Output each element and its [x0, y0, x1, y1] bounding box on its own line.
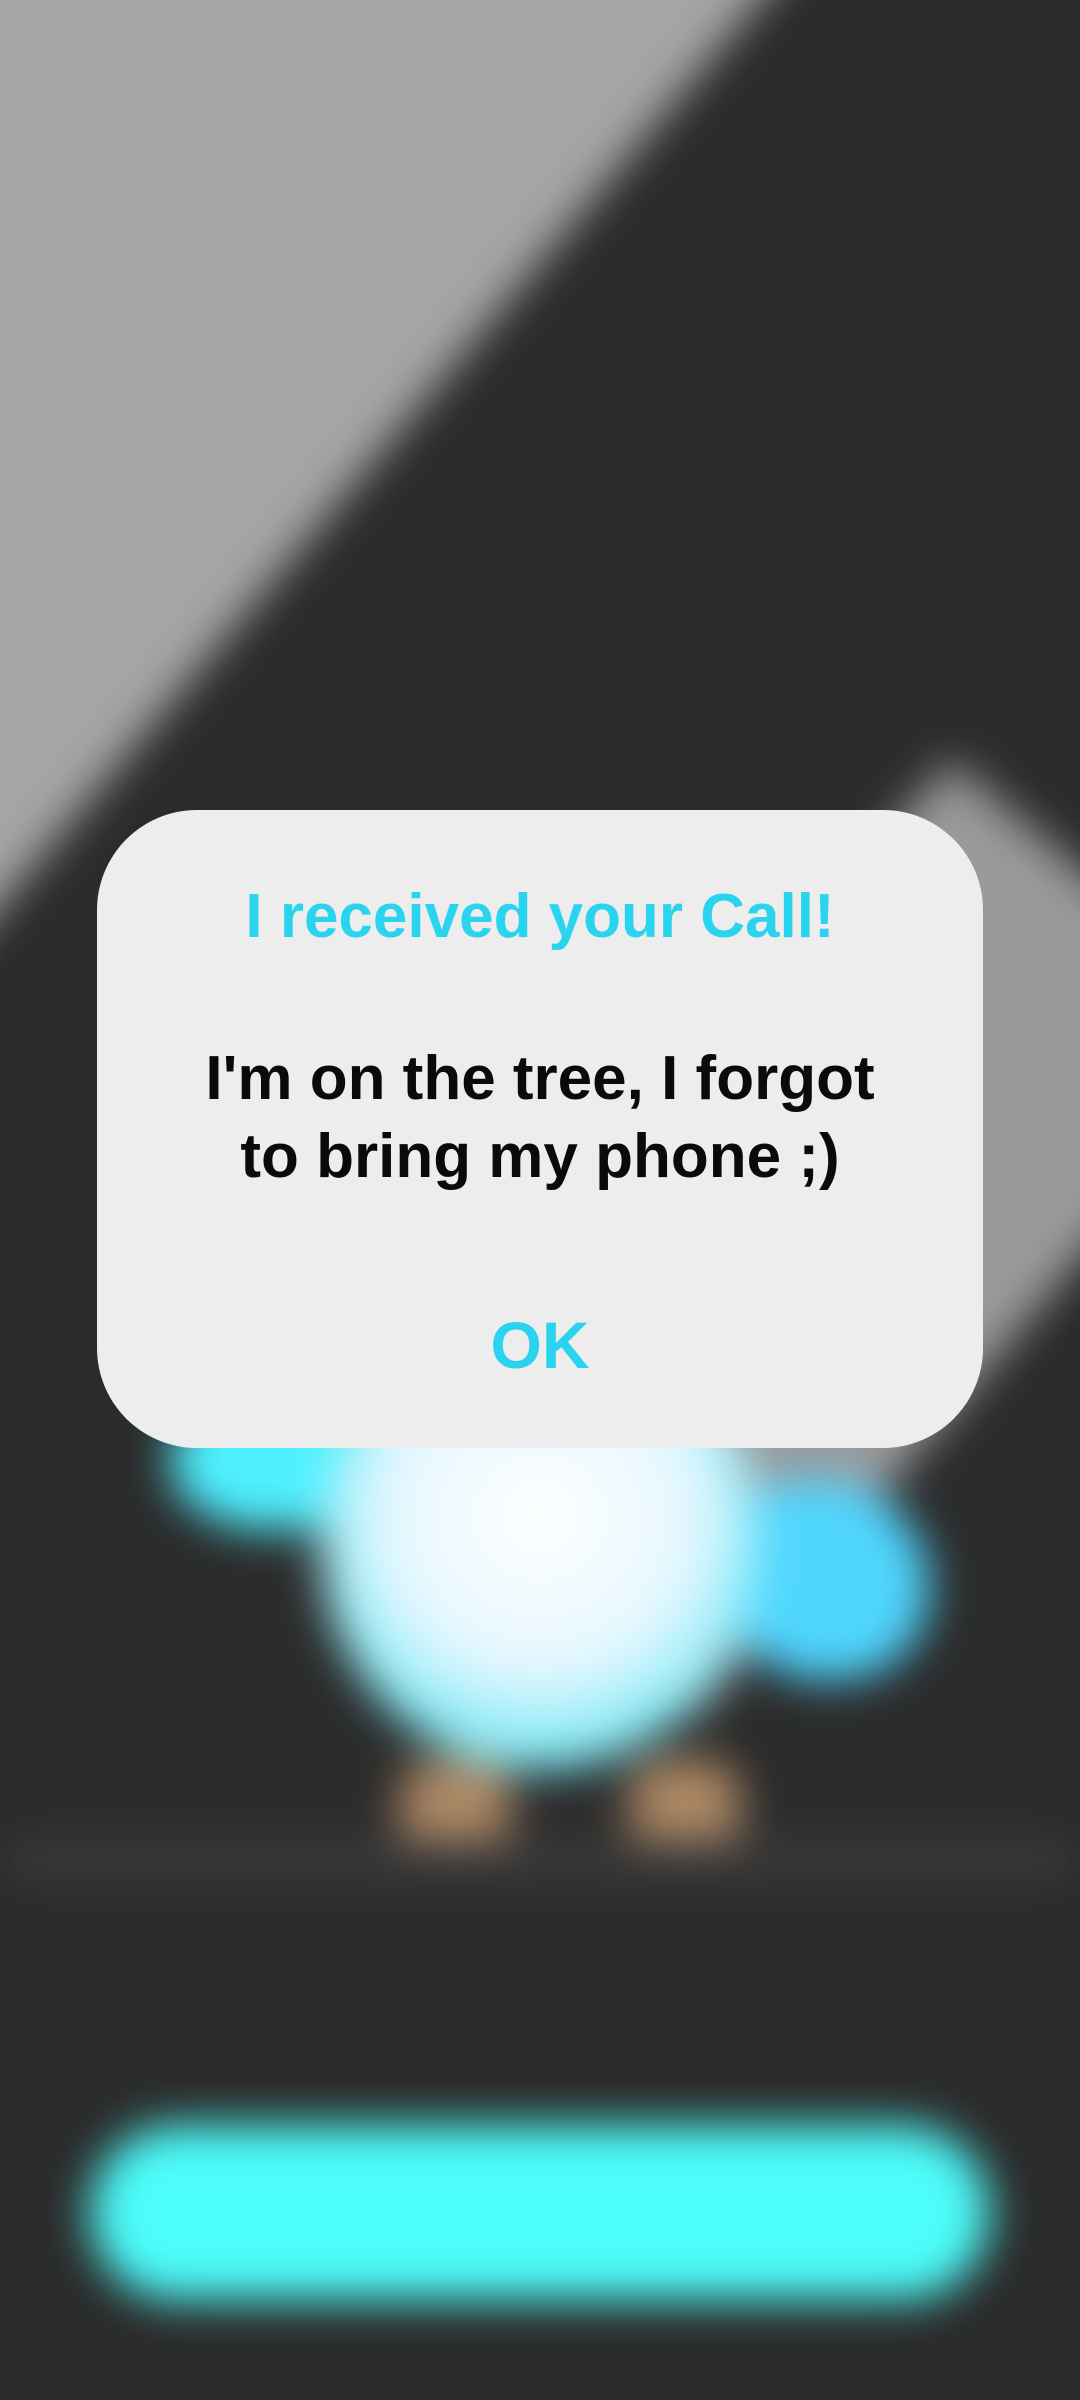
- alert-dialog: I received your Call! I'm on the tree, I…: [97, 810, 983, 1448]
- dialog-message: I'm on the tree, I forgot to bring my ph…: [205, 1044, 875, 1191]
- app-screen: I received your Call! I'm on the tree, I…: [0, 0, 1080, 2400]
- dialog-title: I received your Call!: [245, 882, 835, 951]
- blurred-call-button-label: [400, 2180, 680, 2240]
- blurred-subtitle: [240, 1975, 840, 2045]
- branch-line: [0, 1840, 1080, 1880]
- ok-button[interactable]: OK: [440, 1300, 640, 1390]
- bird-wing-right: [730, 1480, 930, 1680]
